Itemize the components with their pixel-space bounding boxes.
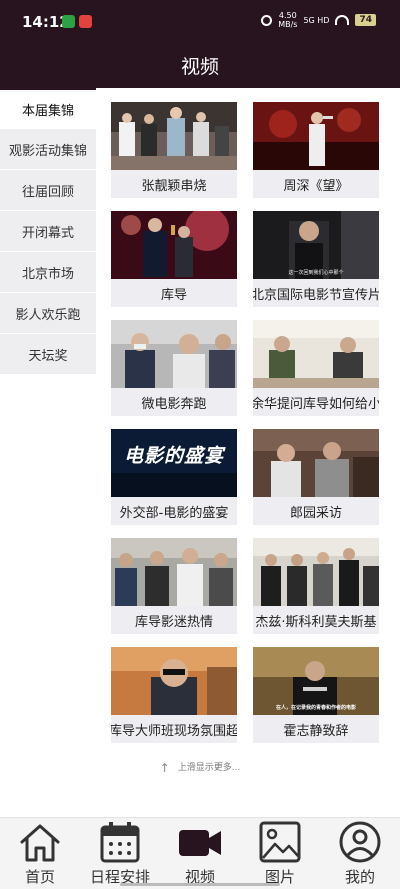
video-thumbnail <box>253 429 379 497</box>
video-card[interactable]: 郎园采访 <box>253 429 379 525</box>
calendar-icon <box>100 822 140 863</box>
video-card[interactable]: 这一次回到我们心中那个 北京国际电影节宣传片 <box>253 211 379 307</box>
tab-home[interactable]: 首页 <box>0 818 80 889</box>
video-card[interactable]: 张靓颖串烧 <box>111 102 237 198</box>
home-indicator <box>120 883 280 886</box>
thumbnail-subtitle: 这一次回到我们心中那个 <box>288 270 344 276</box>
bottom-tab-bar: 首页 日程安排 视频 图片 我的 <box>0 817 400 889</box>
tab-video[interactable]: 视频 <box>160 818 240 889</box>
video-thumbnail <box>111 320 237 388</box>
video-thumbnail <box>253 102 379 170</box>
video-thumbnail <box>111 538 237 606</box>
video-title: 北京国际电影节宣传片 <box>253 279 379 307</box>
video-thumbnail <box>253 538 379 606</box>
video-title: 库导大师班现场氛围超 <box>111 715 237 743</box>
video-thumbnail: 在人，在记录我的青春和作者的电影 <box>253 647 379 715</box>
tab-label: 我的 <box>344 868 375 886</box>
video-thumbnail <box>111 211 237 279</box>
sidebar-item-ceremonies[interactable]: 开闭幕式 <box>0 211 96 252</box>
sidebar-item-fun-run[interactable]: 影人欢乐跑 <box>0 293 96 334</box>
tab-label: 首页 <box>24 868 55 886</box>
signal-icon: 5G HD <box>303 15 330 25</box>
status-bar: 14:12 4.50 MB/s 5G HD 74 <box>0 0 400 44</box>
video-thumbnail <box>111 102 237 170</box>
network-speed: 4.50 MB/s <box>278 11 298 29</box>
video-title: 周深《望》 <box>253 170 379 198</box>
image-icon <box>259 821 301 863</box>
tab-pictures[interactable]: 图片 <box>240 818 320 889</box>
video-title: 微电影奔跑 <box>111 388 237 416</box>
load-more-text: 上滑显示更多... <box>177 763 241 773</box>
app-notification-icon <box>79 15 92 28</box>
sidebar-item-beijing-market[interactable]: 北京市场 <box>0 252 96 293</box>
video-title: 库导 <box>111 279 237 307</box>
video-camera-icon <box>179 830 221 856</box>
sidebar-item-screening-highlights[interactable]: 观影活动集锦 <box>0 129 96 170</box>
video-card[interactable]: 余华提问库导如何给小 <box>253 320 379 416</box>
video-card[interactable]: 库导影迷热情 <box>111 538 237 634</box>
video-card[interactable]: 微电影奔跑 <box>111 320 237 416</box>
app-notification-icon <box>62 15 75 28</box>
video-title: 库导影迷热情 <box>111 606 237 634</box>
status-indicators: 4.50 MB/s 5G HD 74 <box>261 11 376 29</box>
video-thumbnail <box>111 647 237 715</box>
video-card[interactable]: 杰兹·斯科利莫夫斯基 <box>253 538 379 634</box>
sidebar-item-tiantan-award[interactable]: 天坛奖 <box>0 334 96 375</box>
video-thumbnail: 这一次回到我们心中那个 <box>253 211 379 279</box>
video-title: 余华提问库导如何给小 <box>253 388 379 416</box>
thumbnail-headline: 电影的盛宴 <box>123 445 224 467</box>
wifi-icon <box>335 15 350 25</box>
swipe-up-icon: ↑ <box>159 760 170 775</box>
sidebar-item-past-editions[interactable]: 往届回顾 <box>0 170 96 211</box>
tab-mine[interactable]: 我的 <box>320 818 400 889</box>
video-card[interactable]: 库导大师班现场氛围超 <box>111 647 237 743</box>
category-sidebar: 本届集锦 观影活动集锦 往届回顾 开闭幕式 北京市场 影人欢乐跑 天坛奖 <box>0 88 96 375</box>
video-title: 杰兹·斯科利莫夫斯基 <box>253 606 379 634</box>
sidebar-item-current-highlights[interactable]: 本届集锦 <box>0 88 96 129</box>
home-icon <box>20 824 60 862</box>
video-card[interactable]: 周深《望》 <box>253 102 379 198</box>
thumbnail-subtitle: 在人，在记录我的青春和作者的电影 <box>275 705 356 711</box>
video-thumbnail <box>253 320 379 388</box>
app-header: 视频 <box>0 44 400 88</box>
user-icon <box>339 821 381 863</box>
video-thumbnail: 电影的盛宴 <box>111 429 237 497</box>
video-title: 张靓颖串烧 <box>111 170 237 198</box>
load-more-hint: ↑ 上滑显示更多... <box>0 760 400 775</box>
video-title: 外交部-电影的盛宴 <box>111 497 237 525</box>
alarm-icon <box>261 14 273 26</box>
video-card[interactable]: 电影的盛宴 外交部-电影的盛宴 <box>111 429 237 525</box>
video-card[interactable]: 库导 <box>111 211 237 307</box>
video-title: 霍志静致辞 <box>253 715 379 743</box>
tab-schedule[interactable]: 日程安排 <box>80 818 160 889</box>
battery-icon: 74 <box>355 14 376 26</box>
page-title: 视频 <box>180 56 219 78</box>
video-card[interactable]: 在人，在记录我的青春和作者的电影 霍志静致辞 <box>253 647 379 743</box>
video-title: 郎园采访 <box>253 497 379 525</box>
